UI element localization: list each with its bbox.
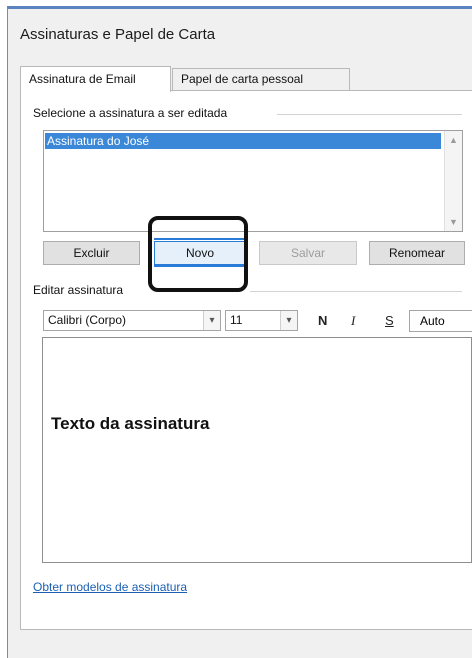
italic-button[interactable]: I (351, 313, 355, 329)
tab-bar: Assinatura de Email Papel de carta pesso… (20, 66, 472, 92)
chevron-down-icon[interactable]: ▾ (280, 311, 297, 330)
highlight-callout (148, 216, 248, 292)
signature-list-item[interactable]: Assinatura do José (45, 133, 441, 149)
underline-button[interactable]: S (385, 313, 394, 328)
font-size-value: 11 (230, 313, 243, 327)
chevron-down-icon[interactable]: ▾ (203, 311, 220, 330)
save-button[interactable]: Salvar (259, 241, 357, 265)
signature-editor[interactable]: Texto da assinatura (42, 337, 472, 563)
group-divider (277, 114, 462, 115)
signature-listbox[interactable]: Assinatura do José ▲ ▼ (43, 130, 463, 232)
font-select[interactable]: Calibri (Corpo) ▾ (43, 310, 221, 331)
get-signature-templates-link[interactable]: Obter modelos de assinatura (33, 580, 187, 594)
listbox-scrollbar[interactable]: ▲ ▼ (444, 131, 462, 231)
delete-button[interactable]: Excluir (43, 241, 140, 265)
bold-button[interactable]: N (318, 313, 327, 328)
editor-divider (250, 291, 462, 292)
select-signature-label: Selecione a assinatura a ser editada (33, 106, 228, 120)
tab-email-signature[interactable]: Assinatura de Email (20, 66, 171, 92)
rename-button[interactable]: Renomear (369, 241, 465, 265)
scroll-up-icon[interactable]: ▲ (449, 135, 458, 145)
tab-personal-stationery[interactable]: Papel de carta pessoal (172, 68, 350, 90)
dialog-title: Assinaturas e Papel de Carta (20, 26, 216, 43)
font-size-select[interactable]: 11 ▾ (225, 310, 298, 331)
edit-signature-label: Editar assinatura (33, 283, 124, 297)
scroll-down-icon[interactable]: ▼ (449, 217, 458, 227)
signature-text[interactable]: Texto da assinatura (51, 414, 209, 434)
font-color-select[interactable]: Auto (409, 310, 472, 332)
font-select-value: Calibri (Corpo) (48, 313, 127, 327)
